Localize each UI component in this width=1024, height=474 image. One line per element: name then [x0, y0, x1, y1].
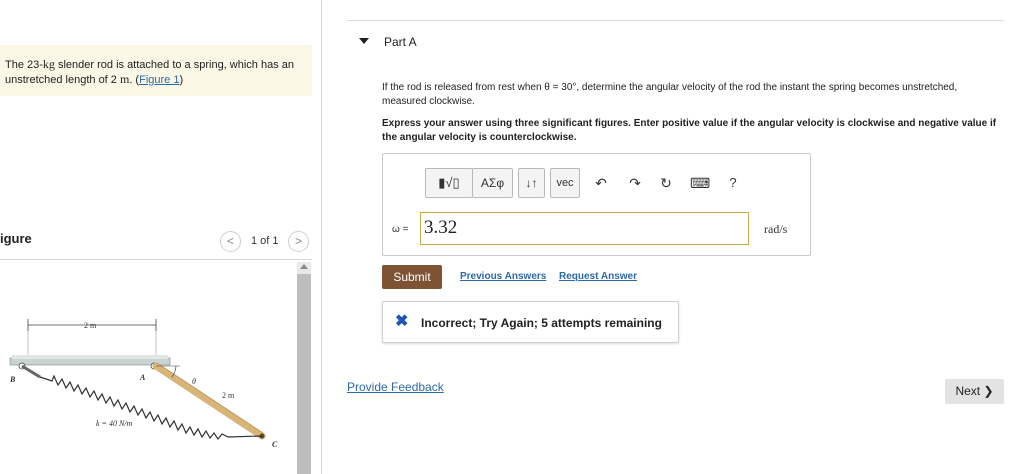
label-a: A	[139, 373, 146, 382]
problem-statement: The 23-kg slender rod is attached to a s…	[0, 45, 312, 96]
answer-box: ▮√▯ ΑΣφ ↓↑ vec ↶ ↷ ↻ ⌨ ? ω = 3.32 rad/s	[382, 153, 811, 256]
next-button[interactable]: Next ❯	[945, 379, 1004, 404]
problem-text-after: . (	[129, 74, 140, 86]
label-b: B	[9, 375, 16, 384]
undo-icon[interactable]: ↶	[592, 174, 610, 192]
answer-instructions: Express your answer using three signific…	[382, 118, 997, 143]
incorrect-feedback: ✖ Incorrect; Try Again; 5 attempts remai…	[382, 301, 679, 343]
previous-answers-link[interactable]: Previous Answers	[460, 271, 546, 282]
dimension-label: 2 m	[84, 321, 97, 330]
label-rod-length: 2 m	[222, 391, 235, 400]
arrows-button[interactable]: ↓↑	[518, 168, 545, 198]
keyboard-icon[interactable]: ⌨	[690, 174, 710, 192]
unit-m: m	[119, 72, 130, 86]
answer-input[interactable]: 3.32	[420, 212, 749, 245]
figure-scrollbar[interactable]	[297, 262, 311, 474]
figure-link[interactable]: Figure 1	[139, 74, 179, 86]
figure-diagram: 2 m B A C 2 m θ k = 40 N/m	[9, 319, 278, 449]
greek-symbols-button[interactable]: ΑΣφ	[472, 168, 513, 198]
omega-label: ω =	[392, 224, 409, 235]
templates-button[interactable]: ▮√▯	[425, 168, 473, 198]
request-answer-link[interactable]: Request Answer	[559, 271, 637, 282]
ceiling-top	[12, 355, 168, 359]
reset-icon[interactable]: ↻	[657, 174, 675, 192]
question-text: If the rod is released from rest when θ …	[382, 82, 958, 107]
problem-text-start: The 23-	[5, 59, 43, 71]
part-a-header[interactable]: Part A	[347, 20, 1004, 70]
unit-kg: kg	[42, 57, 55, 71]
rod	[152, 362, 266, 440]
figure-next-button[interactable]: >	[288, 231, 309, 252]
label-c: C	[272, 440, 278, 449]
help-icon[interactable]: ?	[724, 174, 742, 192]
incorrect-x-icon: ✖	[395, 313, 409, 330]
pin-b-link	[21, 364, 41, 379]
figure-prev-button[interactable]: <	[220, 231, 241, 252]
vector-button[interactable]: vec	[550, 168, 580, 198]
figure-page-indicator: 1 of 1	[251, 235, 279, 247]
ceiling-support	[9, 357, 171, 366]
submit-button[interactable]: Submit	[382, 265, 442, 289]
collapse-triangle-icon[interactable]	[359, 38, 369, 44]
problem-close-paren: )	[179, 74, 184, 86]
redo-icon[interactable]: ↷	[626, 174, 644, 192]
part-title: Part A	[384, 35, 417, 49]
figure-header: igure < 1 of 1 >	[0, 226, 312, 260]
left-panel: The 23-kg slender rod is attached to a s…	[0, 0, 322, 474]
figure-title: igure	[0, 231, 32, 246]
scroll-up-arrow-icon[interactable]	[300, 264, 308, 269]
label-spring-constant: k = 40 N/m	[96, 419, 133, 428]
feedback-message: Incorrect; Try Again; 5 attempts remaini…	[421, 316, 662, 330]
label-angle: θ	[192, 377, 196, 386]
unit-label: rad/s	[764, 222, 788, 236]
spring	[39, 374, 263, 441]
scroll-thumb[interactable]	[297, 274, 311, 474]
provide-feedback-link[interactable]: Provide Feedback	[347, 380, 444, 394]
